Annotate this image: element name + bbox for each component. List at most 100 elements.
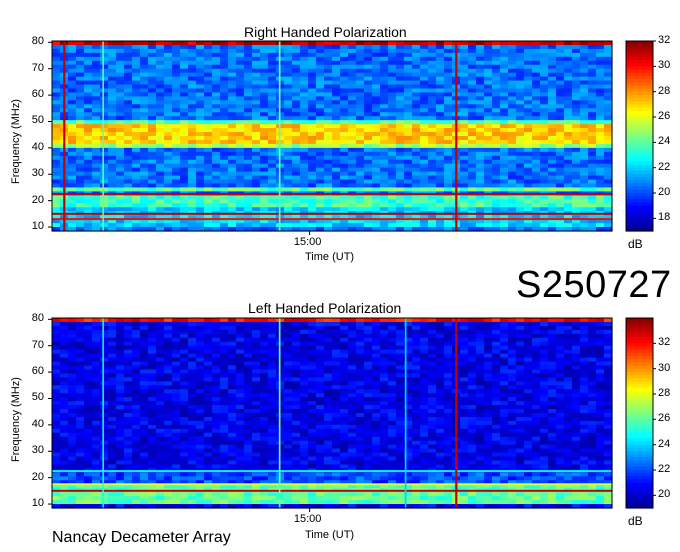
heatmap-cell (500, 80, 509, 86)
heatmap-cell (332, 207, 341, 212)
heatmap-cell (588, 385, 597, 390)
heatmap-cell (580, 64, 589, 70)
heatmap-cell (396, 365, 405, 371)
heatmap-cell (132, 401, 141, 406)
heatmap-cell (588, 163, 597, 169)
heatmap-cell (76, 112, 85, 117)
heatmap-cell (388, 159, 397, 165)
heatmap-cell (572, 333, 581, 339)
heatmap-cell (84, 397, 93, 402)
heatmap-cell (332, 357, 341, 363)
heatmap-cell (412, 345, 421, 351)
heatmap-cell (236, 397, 245, 402)
heatmap-cell (228, 120, 237, 125)
heatmap-cell (460, 341, 469, 347)
heatmap-cell (196, 120, 205, 125)
heatmap-cell (260, 76, 269, 82)
heatmap-cell (436, 151, 445, 157)
heatmap-cell (428, 124, 437, 129)
heatmap-cell (140, 52, 149, 58)
heatmap-cell (524, 183, 533, 189)
heatmap-cell (396, 159, 405, 165)
heatmap-cell (524, 365, 533, 371)
heatmap-cell (532, 88, 541, 94)
heatmap-cell (324, 329, 333, 335)
heatmap-cell (252, 124, 261, 129)
heatmap-cell (132, 325, 141, 331)
heatmap-cell (244, 377, 253, 382)
heatmap-cell (220, 377, 229, 382)
heatmap-cell (572, 223, 581, 228)
heatmap-cell (268, 143, 277, 149)
heatmap-cell (548, 195, 557, 200)
heatmap-cell (596, 393, 605, 398)
heatmap-cell (292, 76, 301, 82)
heatmap-cell (92, 357, 101, 363)
heatmap-cell (180, 143, 189, 149)
heatmap-cell (116, 48, 125, 54)
heatmap-cell (428, 76, 437, 82)
heatmap-cell (236, 329, 245, 335)
heatmap-cell (52, 361, 61, 367)
heatmap-cell (180, 321, 189, 327)
heatmap-cell (260, 56, 269, 62)
heatmap-cell (172, 171, 181, 177)
heatmap-cell (100, 167, 109, 173)
heatmap-cell (204, 183, 213, 189)
heatmap-cell (140, 365, 149, 371)
heatmap-cell (204, 167, 213, 173)
heatmap-cell (140, 64, 149, 70)
heatmap-cell (596, 159, 605, 165)
heatmap-cell (348, 179, 357, 185)
heatmap-cell (364, 381, 373, 386)
heatmap-cell (76, 104, 85, 109)
heatmap-cell (116, 333, 125, 339)
heatmap-cell (204, 72, 213, 78)
heatmap-cell (292, 373, 301, 378)
heatmap-cell (260, 357, 269, 363)
heatmap-cell (236, 353, 245, 359)
heatmap-cell (428, 92, 437, 98)
heatmap-cell (492, 124, 501, 129)
heatmap-cell (148, 88, 157, 94)
heatmap-cell (492, 48, 501, 54)
heatmap-cell (68, 385, 77, 390)
heatmap-cell (212, 136, 221, 141)
heatmap-cell (68, 318, 77, 323)
heatmap-cell (196, 183, 205, 189)
heatmap-cell (116, 345, 125, 351)
heatmap-cell (436, 361, 445, 367)
heatmap-cell (604, 318, 613, 323)
heatmap-cell (252, 60, 261, 66)
heatmap-cell (420, 321, 429, 327)
heatmap-cell (436, 318, 445, 323)
heatmap-cell (164, 385, 173, 390)
heatmap-cell (484, 120, 493, 125)
heatmap-cell (324, 52, 333, 58)
heatmap-cell (268, 333, 277, 339)
heatmap-cell (156, 44, 165, 50)
heatmap-cell (84, 401, 93, 406)
heatmap-cell (364, 401, 373, 406)
heatmap-cell (524, 377, 533, 382)
heatmap-cell (204, 199, 213, 204)
heatmap-cell (508, 120, 517, 125)
heatmap-cell (396, 72, 405, 78)
heatmap-cell (244, 325, 253, 331)
heatmap-cell (268, 195, 277, 200)
heatmap-cell (76, 321, 85, 327)
heatmap-cell (84, 353, 93, 359)
heatmap-cell (148, 175, 157, 181)
heatmap-cell (52, 385, 61, 390)
heatmap-cell (260, 80, 269, 86)
heatmap-cell (476, 337, 485, 343)
heatmap-cell (180, 139, 189, 145)
heatmap-cell (564, 72, 573, 78)
heatmap-cell (484, 377, 493, 382)
heatmap-cell (388, 207, 397, 212)
heatmap-cell (564, 41, 573, 46)
heatmap-cell (396, 341, 405, 347)
heatmap-cell (436, 48, 445, 54)
heatmap-cell (124, 143, 133, 149)
heatmap-cell (196, 52, 205, 58)
